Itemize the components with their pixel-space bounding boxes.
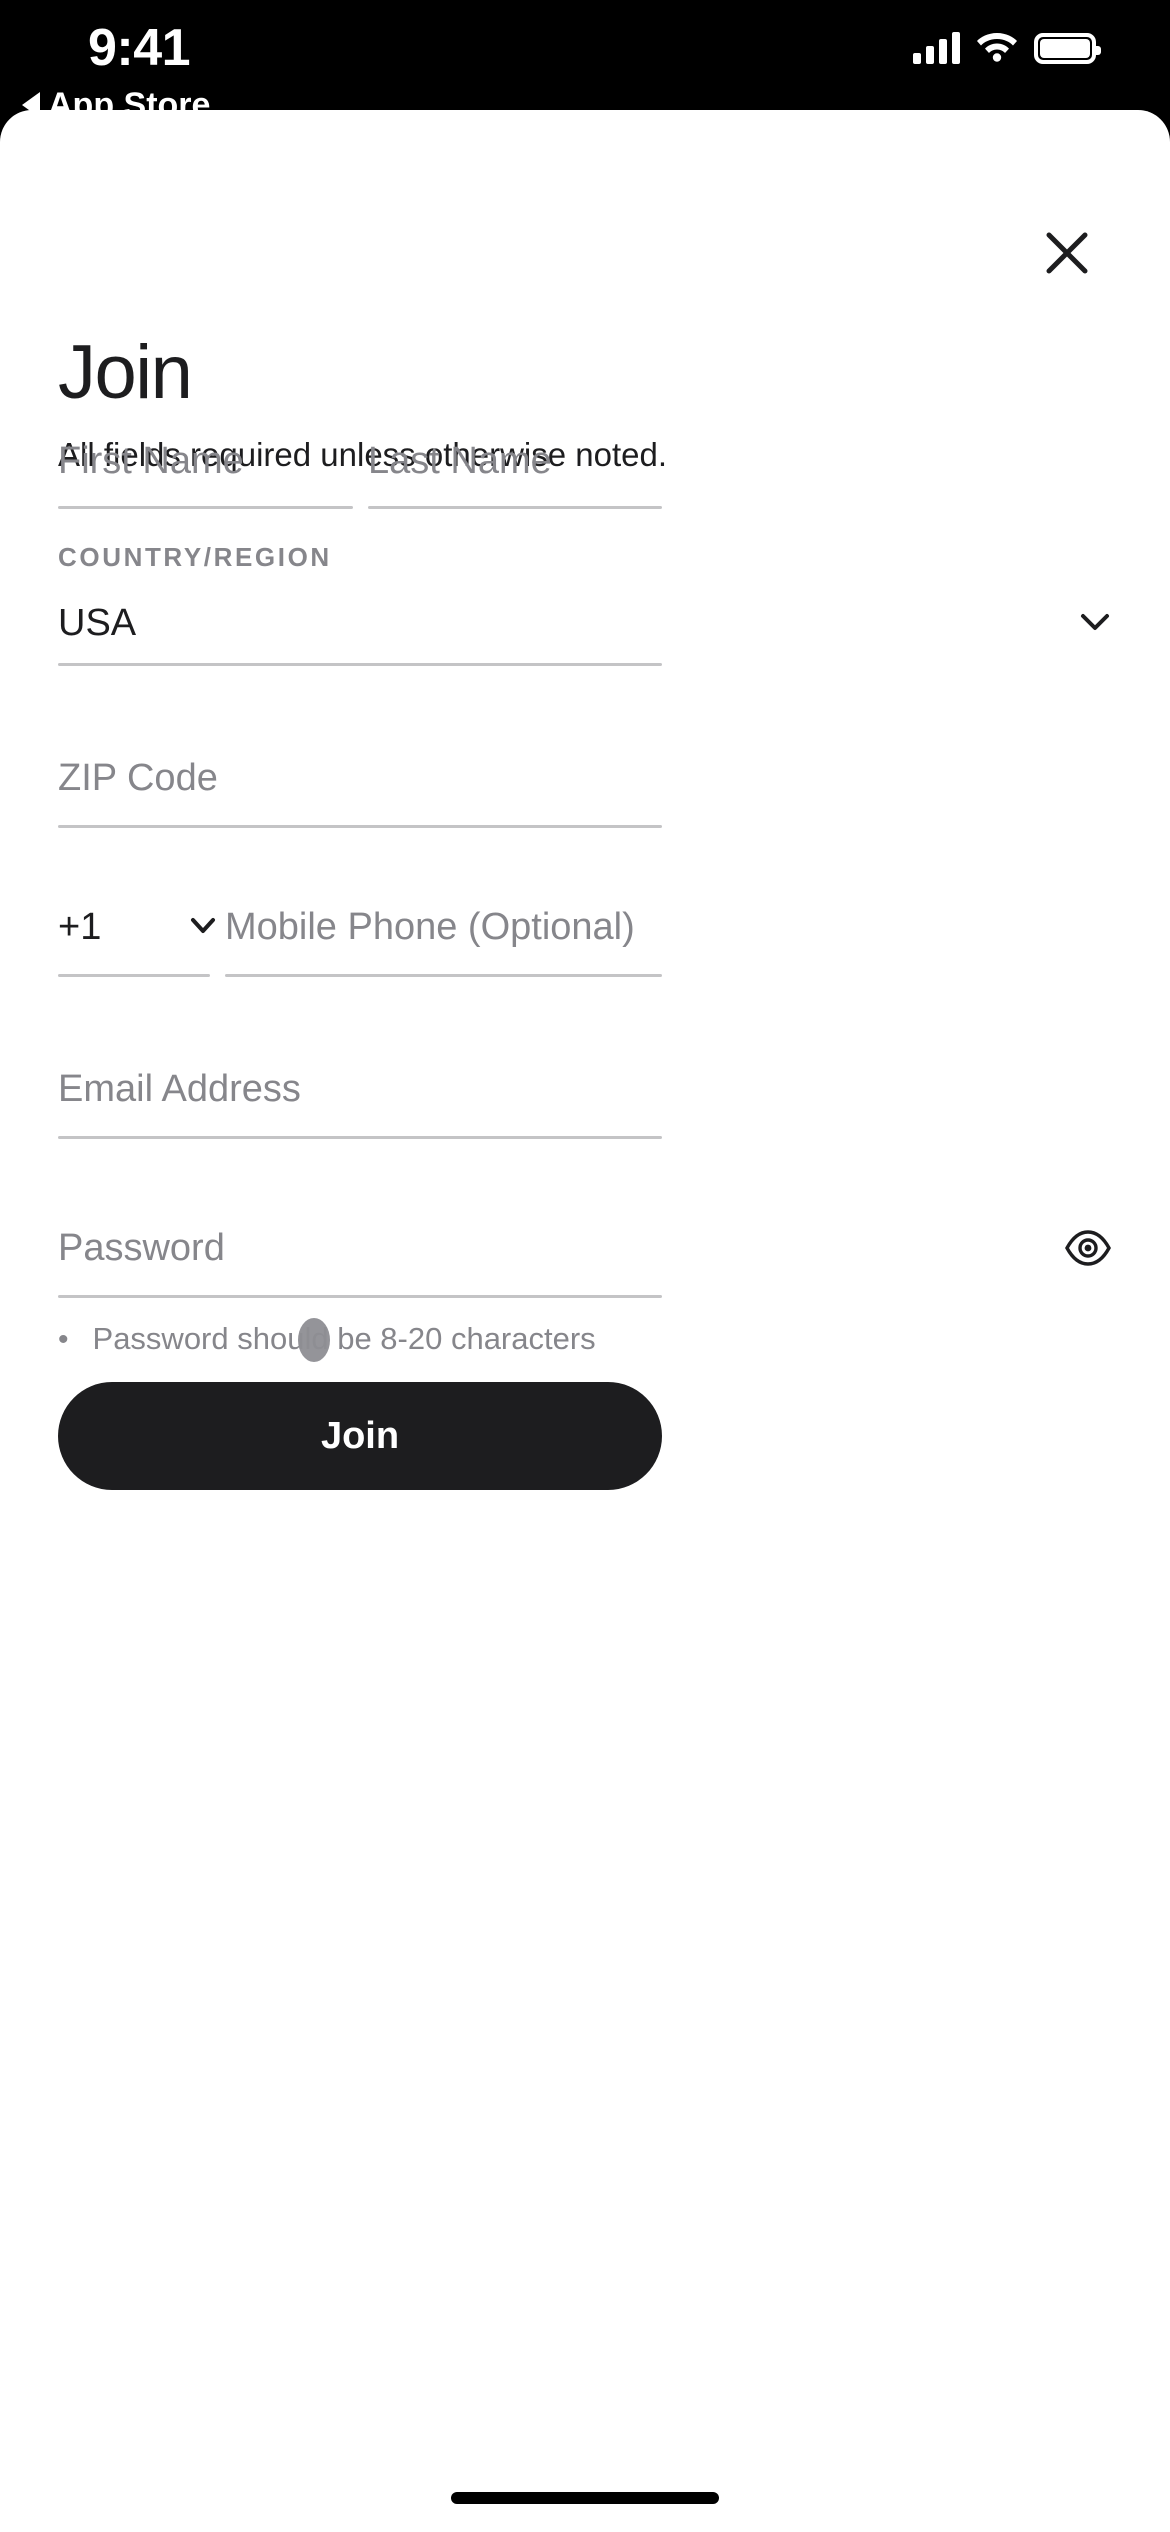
phone-country-code-underline (58, 974, 210, 977)
country-region-select[interactable]: USA (58, 604, 136, 642)
hint-bullet: • (58, 1323, 69, 1356)
country-region-label: COUNTRY/REGION (58, 542, 332, 572)
password-input[interactable]: Password (58, 1229, 225, 1267)
status-bar-indicators (913, 26, 1101, 70)
join-button-label: Join (320, 1415, 400, 1457)
close-button[interactable] (1032, 218, 1102, 288)
zip-code-underline (58, 825, 662, 828)
phone-screen: 9:41 App Store Join All fields required … (0, 0, 1170, 2532)
mobile-phone-underline (225, 974, 662, 977)
last-name-input[interactable]: Last Name (368, 442, 552, 480)
status-bar: 9:41 App Store (0, 0, 1170, 122)
last-name-underline (368, 506, 662, 509)
first-name-input[interactable]: First Name (58, 442, 244, 480)
status-bar-time: 9:41 (88, 19, 191, 77)
page-title: Join (58, 330, 193, 415)
email-address-input[interactable]: Email Address (58, 1070, 301, 1108)
password-underline (58, 1295, 662, 1298)
country-region-underline (58, 663, 662, 666)
mobile-phone-input[interactable]: Mobile Phone (Optional) (225, 908, 635, 946)
back-to-app-store-button[interactable]: App Store (22, 88, 210, 122)
back-label: App Store (48, 86, 211, 124)
cellular-signal-icon (913, 32, 960, 64)
email-address-underline (58, 1136, 662, 1139)
close-icon (1046, 232, 1088, 274)
zip-code-input[interactable]: ZIP Code (58, 759, 218, 797)
first-name-underline (58, 506, 353, 509)
touch-indicator (298, 1318, 330, 1362)
battery-icon (1034, 32, 1101, 64)
back-triangle-icon (22, 92, 40, 118)
home-indicator[interactable] (451, 2492, 719, 2504)
join-modal-sheet: Join All fields required unless otherwis… (0, 110, 1170, 2532)
phone-country-code-select[interactable]: +1 (58, 908, 101, 946)
join-button[interactable]: Join (58, 1382, 662, 1490)
hint-text: Password should be 8-20 characters (92, 1321, 596, 1356)
wifi-icon (976, 30, 1018, 67)
